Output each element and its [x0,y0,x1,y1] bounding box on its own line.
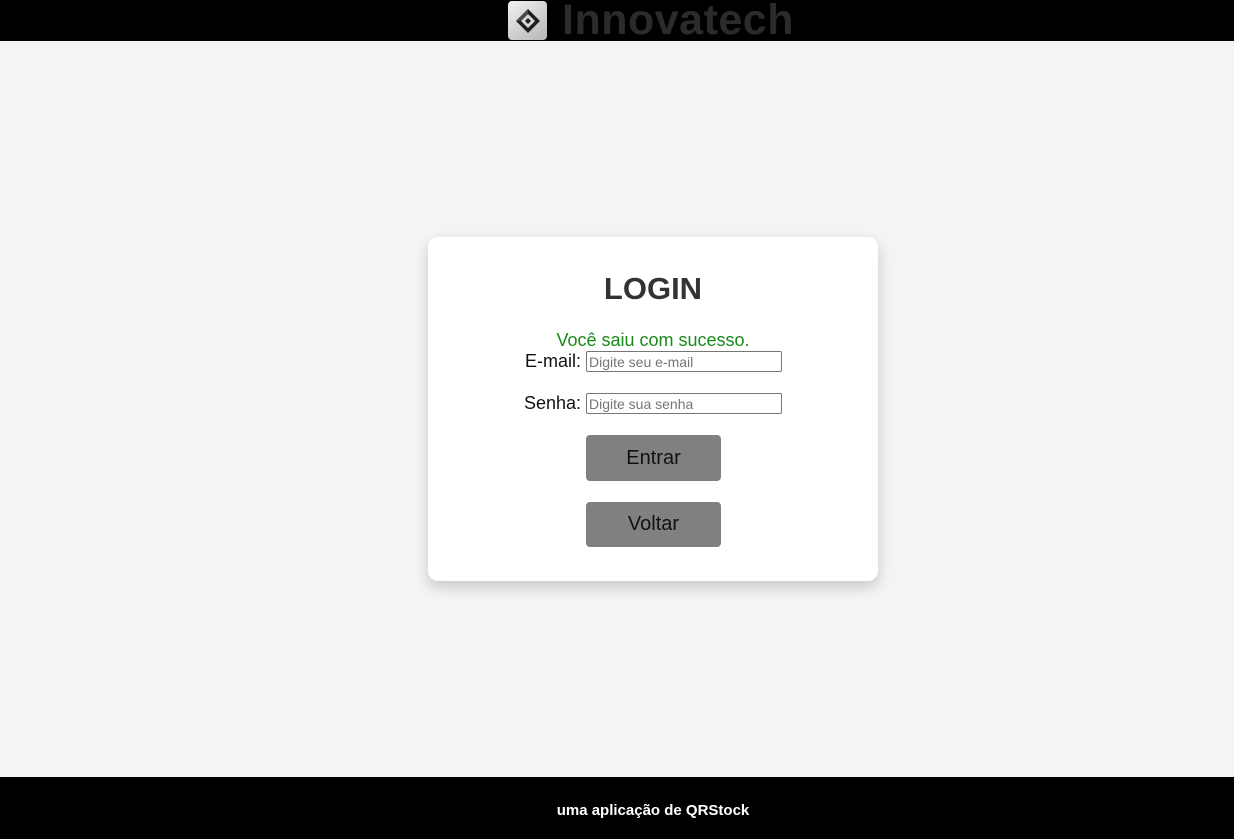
email-field[interactable] [586,351,782,372]
brand-name: Innovatech [562,0,794,44]
back-button[interactable]: Voltar [586,502,721,547]
login-submit-button[interactable]: Entrar [586,435,721,481]
brand: Innovatech [508,0,794,44]
password-label: Senha: [523,393,581,413]
email-label: E-mail: [524,351,581,371]
footer-text: uma aplicação de QRStock [556,802,750,819]
login-title: LOGIN [603,271,703,306]
diamond-logo-icon [508,1,547,40]
logout-success-message: Você saiu com sucesso. [556,330,750,350]
password-field[interactable] [586,393,782,414]
